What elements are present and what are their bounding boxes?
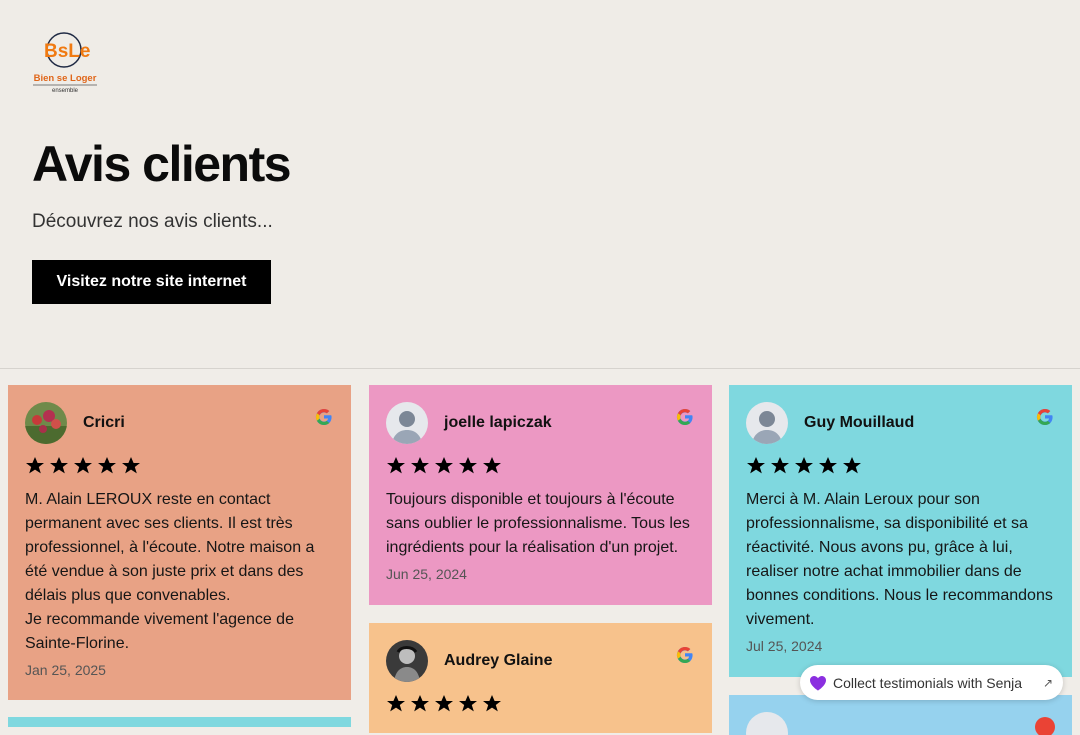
google-icon	[676, 408, 693, 426]
star-icon	[483, 695, 501, 712]
star-icon	[387, 457, 405, 474]
reviewer-name: Audrey Glaine	[444, 652, 553, 669]
reviewer-avatar	[386, 640, 428, 682]
google-icon	[1036, 408, 1053, 426]
default-avatar	[386, 402, 428, 444]
star-icon	[50, 457, 68, 474]
star-rating	[386, 694, 695, 716]
page-title: Avis clients	[32, 136, 292, 192]
review-card: Guy Mouillaud Merci à M. Alain Leroux po…	[729, 385, 1072, 677]
google-icon	[315, 408, 332, 426]
review-date: Jun 25, 2024	[386, 566, 467, 582]
star-icon	[411, 695, 429, 712]
svg-text:BsLe: BsLe	[44, 41, 90, 62]
default-avatar	[746, 402, 788, 444]
star-rating	[25, 456, 334, 478]
star-rating	[746, 456, 1055, 478]
default-avatar	[746, 712, 788, 735]
review-text: M. Alain LEROUX reste en contact permane…	[25, 491, 315, 652]
svg-text:ensemble: ensemble	[52, 88, 79, 94]
review-text: Toujours disponible et toujours à l'écou…	[386, 491, 690, 556]
review-card: Audrey Glaine	[369, 623, 712, 733]
review-date: Jul 25, 2024	[746, 638, 823, 654]
company-logo[interactable]: BsLe Bien se Loger ensemble	[30, 30, 100, 94]
review-text: Merci à M. Alain Leroux pour son profess…	[746, 491, 1053, 628]
review-card: joelle lapiczak Toujours disponible et t…	[369, 385, 712, 605]
reviewer-name: Guy Mouillaud	[804, 414, 915, 431]
star-icon	[26, 457, 44, 474]
review-card: Cricri M. Alain LEROUX reste en contact …	[8, 385, 351, 700]
senja-badge[interactable]: Collect testimonials with Senja ↗	[800, 665, 1063, 700]
external-link-icon: ↗	[1042, 675, 1053, 690]
page-header: BsLe Bien se Loger ensemble Avis clients…	[0, 0, 1080, 368]
star-icon	[747, 457, 765, 474]
star-icon	[98, 457, 116, 474]
page-subtitle: Découvrez nos avis clients...	[32, 211, 273, 232]
heart-icon	[810, 675, 826, 690]
reviewer-name: Cricri	[83, 414, 125, 431]
review-card	[729, 695, 1072, 735]
review-card	[8, 717, 351, 727]
star-icon	[435, 457, 453, 474]
visit-website-button[interactable]: Visitez notre site internet	[32, 260, 271, 304]
reviewer-name: joelle lapiczak	[444, 414, 552, 431]
star-icon	[122, 457, 140, 474]
star-icon	[795, 457, 813, 474]
header-divider	[0, 368, 1080, 369]
google-icon	[676, 646, 693, 664]
star-icon	[411, 457, 429, 474]
star-icon	[387, 695, 405, 712]
star-icon	[819, 457, 837, 474]
star-icon	[843, 457, 861, 474]
star-icon	[483, 457, 501, 474]
star-icon	[74, 457, 92, 474]
senja-label: Collect testimonials with Senja	[833, 674, 1023, 691]
review-date: Jan 25, 2025	[25, 662, 106, 678]
star-icon	[459, 695, 477, 712]
reviewer-avatar	[25, 402, 67, 444]
star-rating	[386, 456, 695, 478]
star-icon	[771, 457, 789, 474]
star-icon	[459, 457, 477, 474]
star-icon	[435, 695, 453, 712]
svg-text:Bien se Loger: Bien se Loger	[34, 73, 97, 84]
